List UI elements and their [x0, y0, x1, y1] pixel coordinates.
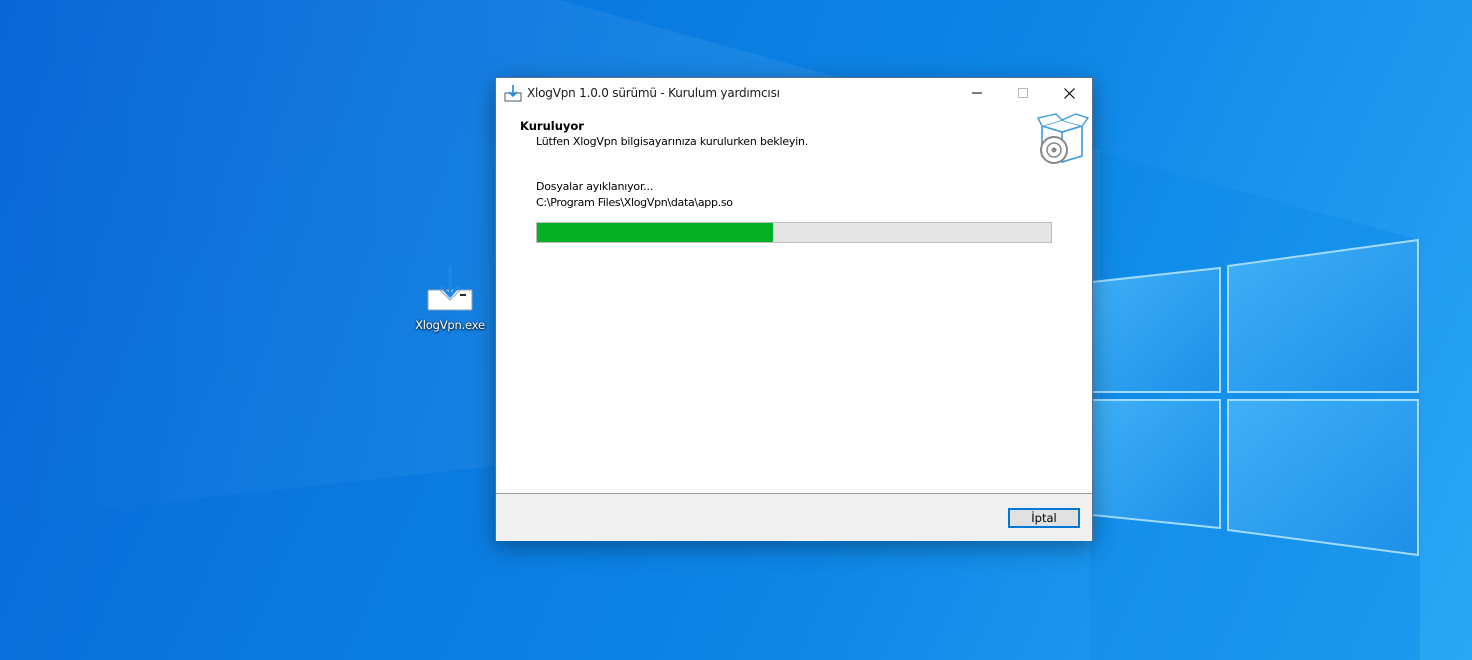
- status-text: Dosyalar ayıklanıyor...: [536, 180, 654, 193]
- progress-fill: [537, 223, 774, 242]
- install-progress-bar: [536, 222, 1052, 243]
- desktop-icon-xlogvpn[interactable]: XlogVpn.exe: [408, 262, 492, 338]
- page-title: Kuruluyor: [520, 119, 584, 133]
- window-title: XlogVpn 1.0.0 sürümü - Kurulum yardımcıs…: [527, 86, 780, 100]
- title-bar[interactable]: XlogVpn 1.0.0 sürümü - Kurulum yardımcıs…: [496, 78, 1092, 108]
- maximize-button: [1000, 78, 1046, 108]
- installer-window: XlogVpn 1.0.0 sürümü - Kurulum yardımcıs…: [495, 77, 1093, 541]
- minimize-icon: [972, 92, 982, 94]
- desktop: XlogVpn.exe XlogVpn 1.0.0 sürümü - Kurul…: [0, 0, 1472, 660]
- setup-download-icon: [504, 84, 522, 106]
- cancel-button[interactable]: İptal: [1008, 508, 1080, 528]
- wizard-header: Kuruluyor Lütfen XlogVpn bilgisayarınıza…: [496, 108, 1092, 168]
- installer-icon: [426, 264, 474, 320]
- desktop-icon-label: XlogVpn.exe: [415, 318, 485, 332]
- software-box-disc-icon: [1036, 112, 1090, 170]
- page-subtitle: Lütfen XlogVpn bilgisayarınıza kurulurke…: [536, 135, 809, 148]
- maximize-icon: [1018, 88, 1028, 98]
- close-icon: [1063, 87, 1075, 99]
- minimize-button[interactable]: [954, 78, 1000, 108]
- current-file-path: C:\Program Files\XlogVpn\data\app.so: [536, 196, 733, 209]
- wizard-footer: İptal: [496, 493, 1092, 541]
- close-button[interactable]: [1046, 78, 1092, 108]
